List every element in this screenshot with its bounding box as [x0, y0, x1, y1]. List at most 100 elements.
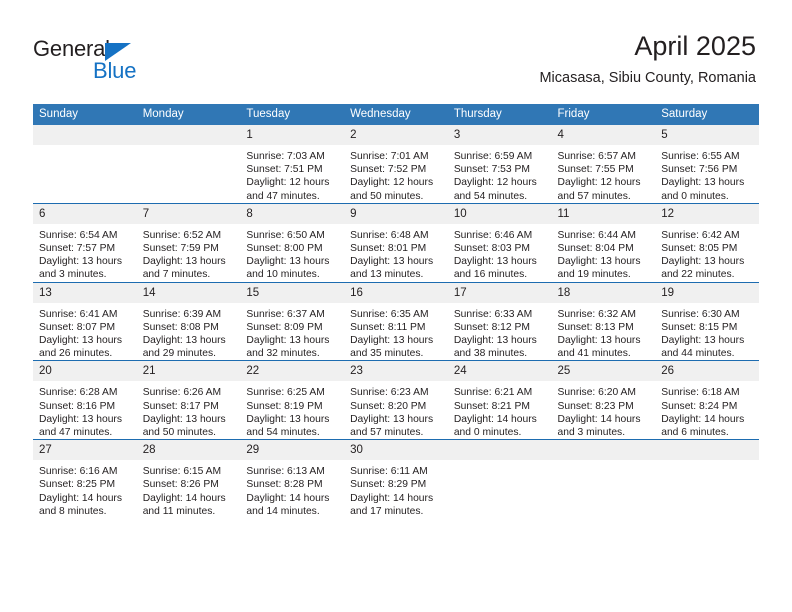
day-number: 13	[33, 282, 137, 303]
day-number: 19	[655, 282, 759, 303]
sunrise-text: Sunrise: 6:30 AM	[661, 308, 740, 320]
sunrise-text: Sunrise: 6:33 AM	[453, 308, 533, 320]
day-details: Sunrise: 6:23 AM Sunset: 8:20 PM Daylight:…	[344, 381, 448, 439]
calendar-cell-day-16[interactable]: 16 Sunrise: 6:35 AM Sunset: 8:11 PM Dayligh…	[344, 281, 448, 361]
day-details: Sunrise: 6:16 AM Sunset: 8:25 PM Daylight:…	[33, 460, 137, 518]
sunset-text: Sunset: 8:13 PM	[557, 321, 634, 333]
calendar-cell-day-25[interactable]: 25 Sunrise: 6:20 AM Sunset: 8:23 PM Dayligh…	[551, 360, 656, 440]
calendar-cell-day-29[interactable]: 29 Sunrise: 6:13 AM Sunset: 8:28 PM Dayligh…	[240, 439, 345, 519]
calendar-cell-day-12[interactable]: 12 Sunrise: 6:42 AM Sunset: 8:05 PM Dayligh…	[655, 202, 759, 283]
calendar-cell-day-13[interactable]: 13 Sunrise: 6:41 AM Sunset: 8:07 PM Dayligh…	[33, 281, 137, 361]
daylight-text-line1: Daylight: 13 hours	[246, 256, 330, 268]
sunrise-text: Sunrise: 6:32 AM	[557, 308, 636, 320]
daylight-text-line2: and 44 minutes.	[661, 348, 735, 360]
day-details: Sunrise: 6:13 AM Sunset: 8:28 PM Daylight:…	[240, 460, 344, 518]
sunrise-text: Sunrise: 6:28 AM	[39, 387, 118, 399]
calendar-cell-day-17[interactable]: 17 Sunrise: 6:33 AM Sunset: 8:12 PM Dayligh…	[447, 281, 552, 361]
day-details: Sunrise: 6:39 AM Sunset: 8:08 PM Daylight:…	[137, 303, 241, 361]
daylight-text-line1: Daylight: 13 hours	[661, 256, 745, 268]
daylight-text-line1: Daylight: 13 hours	[453, 256, 537, 268]
calendar-page: General Blue April 2025 Micasasa, Sibiu …	[0, 0, 792, 612]
weekday-header-thursday: Thursday	[447, 104, 552, 125]
sunset-text: Sunset: 8:04 PM	[557, 243, 634, 255]
day-number: 7	[136, 203, 241, 224]
sunset-text: Sunset: 8:09 PM	[246, 321, 323, 333]
day-number: 4	[551, 125, 656, 145]
sunrise-text: Sunrise: 7:01 AM	[350, 151, 429, 162]
sunrise-text: Sunrise: 6:50 AM	[246, 229, 325, 241]
sunset-text: Sunset: 7:56 PM	[661, 164, 738, 176]
calendar-cell-day-21[interactable]: 21 Sunrise: 6:26 AM Sunset: 8:17 PM Dayligh…	[136, 360, 241, 440]
sunset-text: Sunset: 8:05 PM	[661, 243, 738, 255]
calendar-cell-day-3[interactable]: 3 Sunrise: 6:59 AM Sunset: 7:53 PM Daylight…	[447, 125, 552, 203]
calendar-cell-day-23[interactable]: 23 Sunrise: 6:23 AM Sunset: 8:20 PM Dayligh…	[344, 360, 448, 440]
daylight-text-line1: Daylight: 12 hours	[453, 177, 537, 189]
sunset-text: Sunset: 8:12 PM	[453, 321, 530, 333]
calendar-cell-day-22[interactable]: 22 Sunrise: 6:25 AM Sunset: 8:19 PM Dayligh…	[240, 360, 345, 440]
calendar-cell-day-14[interactable]: 14 Sunrise: 6:39 AM Sunset: 8:08 PM Dayligh…	[136, 281, 241, 361]
daylight-text-line2: and 8 minutes.	[39, 505, 107, 517]
calendar-cell-empty	[655, 439, 759, 519]
daylight-text-line2: and 6 minutes.	[661, 427, 729, 439]
day-details: Sunrise: 6:44 AM Sunset: 8:04 PM Daylight:…	[552, 224, 656, 282]
daylight-text-line1: Daylight: 14 hours	[142, 492, 226, 504]
calendar-cell-day-8[interactable]: 8 Sunrise: 6:50 AM Sunset: 8:00 PM Daylight…	[240, 202, 345, 283]
daylight-text-line2: and 16 minutes.	[453, 269, 528, 281]
page-title: April 2025	[634, 31, 756, 61]
calendar-cell-day-24[interactable]: 24 Sunrise: 6:21 AM Sunset: 8:21 PM Dayligh…	[447, 360, 552, 440]
day-details: Sunrise: 6:35 AM Sunset: 8:11 PM Daylight:…	[344, 303, 448, 361]
day-details: Sunrise: 6:57 AM Sunset: 7:55 PM Daylight:…	[552, 145, 656, 203]
daylight-text-line2: and 0 minutes.	[453, 427, 522, 439]
day-number: 14	[136, 282, 241, 303]
calendar-cell-day-30[interactable]: 30 Sunrise: 6:11 AM Sunset: 8:29 PM Dayligh…	[344, 439, 448, 519]
calendar-cell-day-1[interactable]: 1 Sunrise: 7:03 AM Sunset: 7:51 PM Daylight…	[240, 125, 345, 203]
day-number: 9	[344, 203, 448, 224]
calendar-cell-day-9[interactable]: 9 Sunrise: 6:48 AM Sunset: 8:01 PM Daylight…	[344, 202, 448, 283]
calendar-cell-day-2[interactable]: 2 Sunrise: 7:01 AM Sunset: 7:52 PM Daylight…	[344, 125, 448, 203]
daylight-text-line2: and 10 minutes.	[246, 269, 320, 281]
sunrise-text: Sunrise: 6:52 AM	[142, 229, 222, 241]
day-number: 5	[655, 125, 759, 145]
calendar-cell-day-6[interactable]: 6 Sunrise: 6:54 AM Sunset: 7:57 PM Daylight…	[33, 202, 137, 283]
weekday-header-sunday: Sunday	[33, 104, 137, 125]
daylight-text-line1: Daylight: 14 hours	[350, 492, 434, 504]
calendar-table: Sunday Monday Tuesday Wednesday Thursday…	[33, 104, 759, 519]
day-details: Sunrise: 7:01 AM Sunset: 7:52 PM Daylight:…	[344, 145, 448, 203]
calendar-cell-day-11[interactable]: 11 Sunrise: 6:44 AM Sunset: 8:04 PM Dayligh…	[551, 202, 656, 283]
sunrise-text: Sunrise: 6:39 AM	[142, 308, 222, 320]
sunset-text: Sunset: 8:28 PM	[246, 479, 323, 491]
brand-logo[interactable]: General Blue	[33, 36, 263, 84]
calendar-cell-day-27[interactable]: 27 Sunrise: 6:16 AM Sunset: 8:25 PM Dayligh…	[33, 439, 137, 519]
day-number: 21	[136, 361, 241, 382]
day-number: 15	[240, 282, 345, 303]
calendar-cell-day-10[interactable]: 10 Sunrise: 6:46 AM Sunset: 8:03 PM Dayligh…	[447, 202, 552, 283]
daylight-text-line2: and 38 minutes.	[453, 348, 528, 360]
day-details: Sunrise: 6:11 AM Sunset: 8:29 PM Daylight:…	[344, 460, 448, 518]
day-details: Sunrise: 6:30 AM Sunset: 8:15 PM Daylight:…	[655, 303, 759, 361]
calendar-cell-day-5[interactable]: 5 Sunrise: 6:55 AM Sunset: 7:56 PM Daylight…	[655, 125, 759, 203]
sunrise-text: Sunrise: 6:16 AM	[39, 466, 118, 478]
daylight-text-line2: and 47 minutes.	[39, 427, 113, 439]
calendar-cell-day-20[interactable]: 20 Sunrise: 6:28 AM Sunset: 8:16 PM Dayligh…	[33, 360, 137, 440]
calendar-cell-day-26[interactable]: 26 Sunrise: 6:18 AM Sunset: 8:24 PM Dayligh…	[655, 360, 759, 440]
daylight-text-line2: and 57 minutes.	[350, 427, 424, 439]
calendar-cell-day-18[interactable]: 18 Sunrise: 6:32 AM Sunset: 8:13 PM Dayligh…	[551, 281, 656, 361]
calendar-cell-day-28[interactable]: 28 Sunrise: 6:15 AM Sunset: 8:26 PM Dayligh…	[136, 439, 241, 519]
day-details: Sunrise: 7:03 AM Sunset: 7:51 PM Daylight:…	[240, 145, 344, 203]
day-details: Sunrise: 6:48 AM Sunset: 8:01 PM Daylight:…	[344, 224, 448, 282]
day-number: 25	[551, 361, 656, 382]
weekday-header-saturday: Saturday	[655, 104, 759, 125]
calendar-cell-day-19[interactable]: 19 Sunrise: 6:30 AM Sunset: 8:15 PM Dayligh…	[655, 281, 759, 361]
calendar-cell-day-4[interactable]: 4 Sunrise: 6:57 AM Sunset: 7:55 PM Daylight…	[551, 125, 656, 203]
calendar-cell-day-7[interactable]: 7 Sunrise: 6:52 AM Sunset: 7:59 PM Daylight…	[136, 202, 241, 283]
calendar-cell-day-15[interactable]: 15 Sunrise: 6:37 AM Sunset: 8:09 PM Dayligh…	[240, 281, 345, 361]
sunrise-text: Sunrise: 6:41 AM	[39, 308, 118, 320]
sunset-text: Sunset: 8:01 PM	[350, 243, 427, 255]
day-number: 20	[33, 361, 137, 382]
day-number: 2	[344, 125, 448, 145]
daylight-text-line1: Daylight: 13 hours	[39, 335, 122, 347]
day-details: Sunrise: 6:28 AM Sunset: 8:16 PM Daylight:…	[33, 381, 137, 439]
calendar-body: 1 Sunrise: 7:03 AM Sunset: 7:51 PM Daylight…	[33, 125, 759, 519]
daylight-text-line1: Daylight: 13 hours	[39, 256, 122, 268]
daylight-text-line1: Daylight: 13 hours	[661, 177, 745, 189]
